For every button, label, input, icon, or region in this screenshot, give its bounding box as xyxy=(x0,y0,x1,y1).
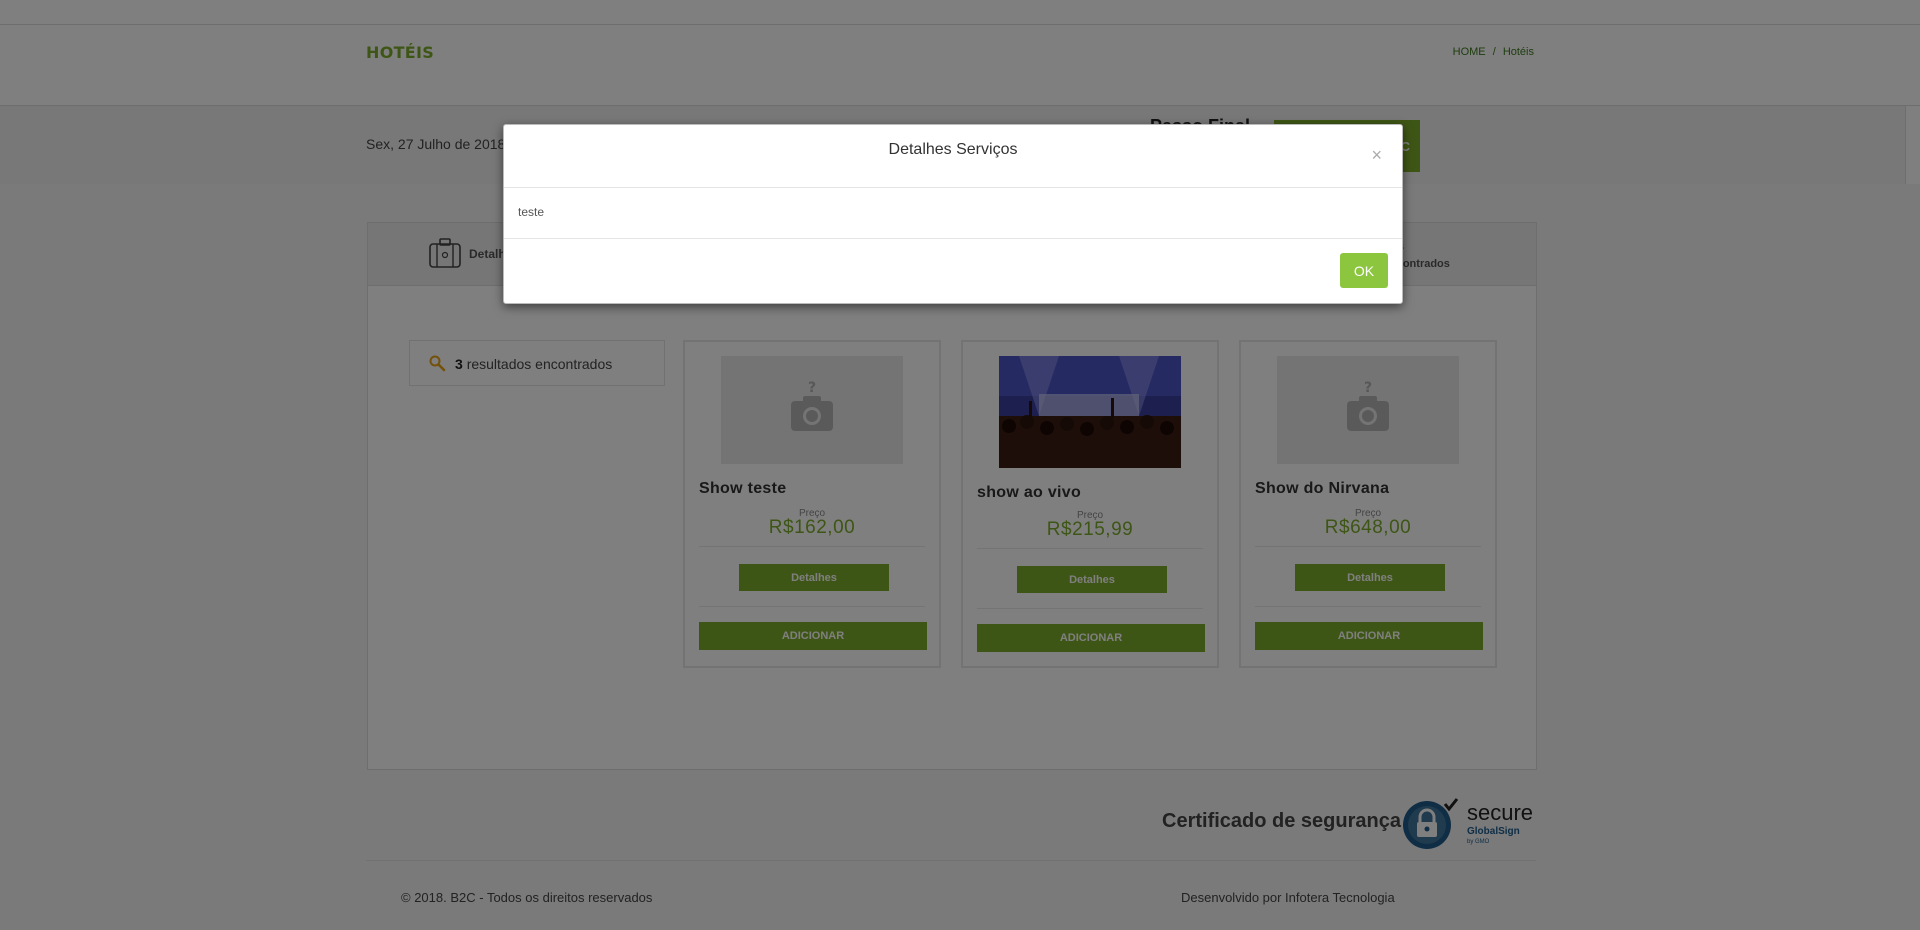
close-icon[interactable]: × xyxy=(1371,145,1382,166)
modal-body-text: teste xyxy=(518,205,545,219)
modal-header-divider xyxy=(504,187,1402,188)
service-details-modal: Detalhes Serviços × teste OK xyxy=(503,124,1403,304)
modal-title: Detalhes Serviços xyxy=(888,141,1018,158)
ok-button[interactable]: OK xyxy=(1340,253,1388,288)
modal-footer-divider xyxy=(504,238,1402,239)
